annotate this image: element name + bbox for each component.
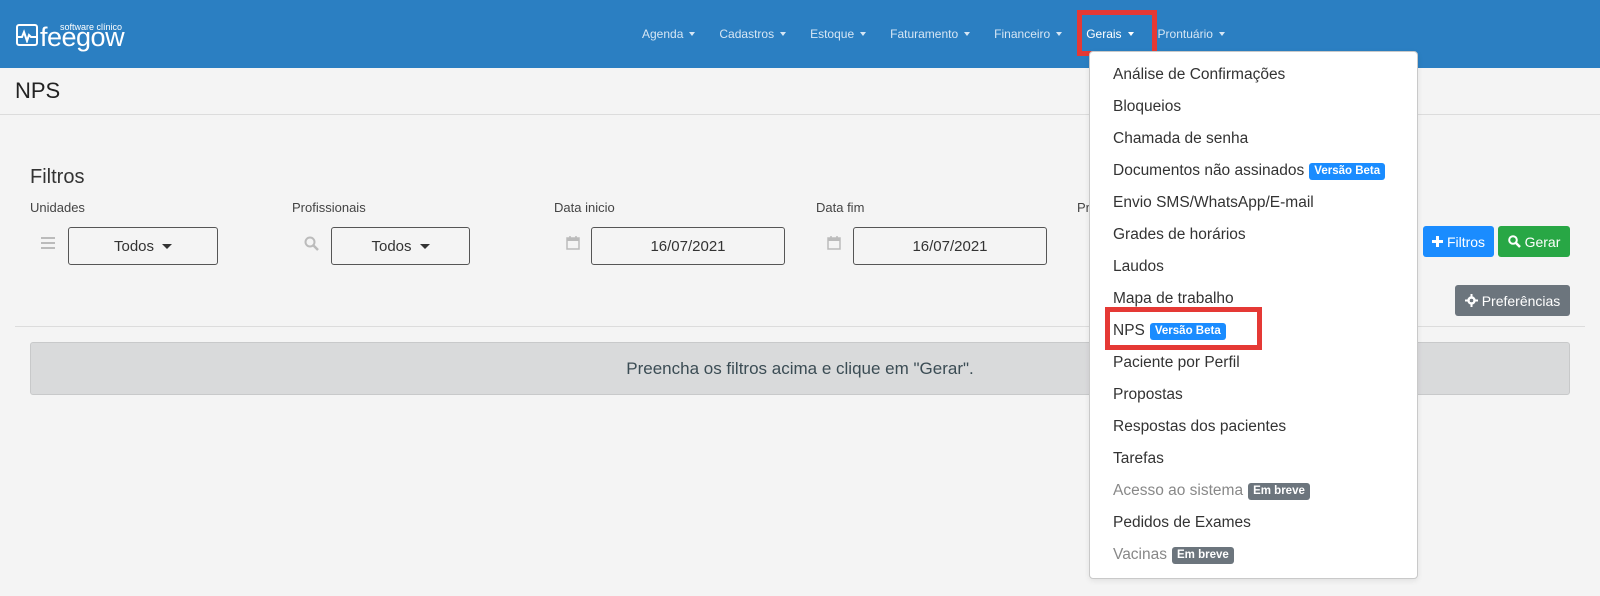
nps-highlight-box	[1105, 307, 1262, 350]
caret-down-icon	[964, 32, 971, 36]
dropdown-item-label: Acesso ao sistema	[1113, 482, 1244, 499]
dropdown-item-label: Pedidos de Exames	[1113, 514, 1251, 531]
dropdown-item-label: Análise de Confirmações	[1113, 66, 1286, 83]
data-fim-value: 16/07/2021	[912, 237, 988, 255]
data-fim-input[interactable]: 16/07/2021	[853, 227, 1047, 265]
caret-down-icon	[162, 243, 173, 249]
nav-faturamento[interactable]: Faturamento	[878, 0, 982, 68]
nav-cadastros[interactable]: Cadastros	[707, 0, 798, 68]
info-message: Preencha os filtros acima e clique em "G…	[626, 358, 974, 378]
dropdown-item-bloqueios[interactable]: Bloqueios	[1113, 98, 1181, 116]
feegow-logo[interactable]: software clínico feegow	[16, 16, 125, 51]
unidades-value: Todos	[113, 237, 155, 255]
profissionais-select[interactable]: Todos	[331, 227, 470, 265]
list-icon	[41, 236, 55, 252]
dropdown-item-label: Paciente por Perfil	[1113, 354, 1240, 371]
preferencias-button-label: Preferências	[1481, 292, 1561, 309]
gerar-button[interactable]: Gerar	[1498, 226, 1570, 257]
unidades-label: Unidades	[30, 200, 85, 215]
dropdown-item-label: Grades de horários	[1113, 226, 1246, 243]
data-inicio-label: Data inicio	[554, 200, 615, 215]
dropdown-item-label: Bloqueios	[1113, 98, 1182, 115]
filtros-button[interactable]: Filtros	[1423, 226, 1494, 257]
coming-soon-badge: Em breve	[1248, 482, 1310, 500]
dropdown-item-label: Envio SMS/WhatsApp/E-mail	[1113, 194, 1314, 211]
gear-icon	[1464, 294, 1478, 307]
dropdown-item-acesso-sistema: Acesso ao sistema Em breve	[1113, 482, 1310, 500]
profissionais-value: Todos	[371, 237, 412, 255]
profissionais-label: Profissionais	[292, 200, 366, 215]
caret-down-icon	[689, 32, 696, 36]
dropdown-item-chamada-senha[interactable]: Chamada de senha	[1113, 130, 1248, 148]
logo-heartbeat-icon	[16, 24, 38, 46]
logo-subtitle: software clínico	[60, 22, 123, 32]
nav-cadastros-label: Cadastros	[719, 27, 775, 41]
filtros-button-label: Filtros	[1446, 233, 1486, 250]
dropdown-item-label: Tarefas	[1113, 450, 1164, 467]
caret-down-icon	[1218, 32, 1225, 36]
caret-down-icon	[860, 32, 867, 36]
gerar-button-label: Gerar	[1524, 233, 1561, 250]
dropdown-item-envio-sms[interactable]: Envio SMS/WhatsApp/E-mail	[1113, 194, 1314, 212]
nav-financeiro-label: Financeiro	[994, 27, 1051, 41]
nav-faturamento-label: Faturamento	[890, 27, 959, 41]
unidades-select[interactable]: Todos	[68, 227, 218, 265]
dropdown-item-tarefas[interactable]: Tarefas	[1113, 450, 1164, 468]
nav-estoque-label: Estoque	[810, 27, 855, 41]
calendar-icon	[566, 236, 580, 253]
nav-prontuario-label: Prontuário	[1157, 27, 1213, 41]
calendar-icon	[827, 236, 841, 253]
dropdown-item-documentos-nao-assinados[interactable]: Documentos não assinados Versão Beta	[1113, 162, 1386, 180]
data-fim-label: Data fim	[816, 200, 865, 215]
dropdown-item-mapa-trabalho[interactable]: Mapa de trabalho	[1113, 290, 1234, 308]
caret-down-icon	[1056, 32, 1063, 36]
caret-down-icon	[780, 32, 787, 36]
dropdown-item-grades-horarios[interactable]: Grades de horários	[1113, 226, 1246, 244]
plus-icon	[1431, 236, 1443, 247]
data-inicio-input[interactable]: 16/07/2021	[591, 227, 785, 265]
dropdown-item-propostas[interactable]: Propostas	[1113, 386, 1183, 404]
beta-badge: Versão Beta	[1309, 162, 1386, 180]
nav-estoque[interactable]: Estoque	[798, 0, 878, 68]
search-icon	[304, 236, 319, 254]
dropdown-item-label: Documentos não assinados	[1113, 162, 1305, 179]
caret-down-icon	[419, 243, 430, 249]
dropdown-item-pedidos-exames[interactable]: Pedidos de Exames	[1113, 514, 1251, 532]
nav-agenda[interactable]: Agenda	[630, 0, 707, 68]
dropdown-item-paciente-perfil[interactable]: Paciente por Perfil	[1113, 354, 1240, 372]
gerais-highlight-box	[1077, 10, 1157, 56]
dropdown-item-label: Propostas	[1113, 386, 1183, 403]
coming-soon-badge: Em breve	[1172, 546, 1234, 564]
dropdown-item-vacinas: Vacinas Em breve	[1113, 546, 1234, 564]
dropdown-item-respostas-pacientes[interactable]: Respostas dos pacientes	[1113, 418, 1286, 436]
dropdown-item-label: Chamada de senha	[1113, 130, 1249, 147]
dropdown-item-label: Vacinas	[1113, 546, 1167, 563]
dropdown-item-label: Laudos	[1113, 258, 1164, 275]
dropdown-item-label: Mapa de trabalho	[1113, 290, 1234, 307]
preferencias-button[interactable]: Preferências	[1455, 285, 1570, 316]
dropdown-item-analise-confirmacoes[interactable]: Análise de Confirmações	[1113, 66, 1285, 84]
nav-financeiro[interactable]: Financeiro	[982, 0, 1074, 68]
nav-agenda-label: Agenda	[642, 27, 684, 41]
filters-title: Filtros	[30, 166, 85, 188]
dropdown-item-laudos[interactable]: Laudos	[1113, 258, 1164, 276]
page-title: NPS	[15, 78, 61, 103]
data-inicio-value: 16/07/2021	[650, 237, 726, 255]
search-icon	[1507, 235, 1521, 248]
dropdown-item-label: Respostas dos pacientes	[1113, 418, 1287, 435]
